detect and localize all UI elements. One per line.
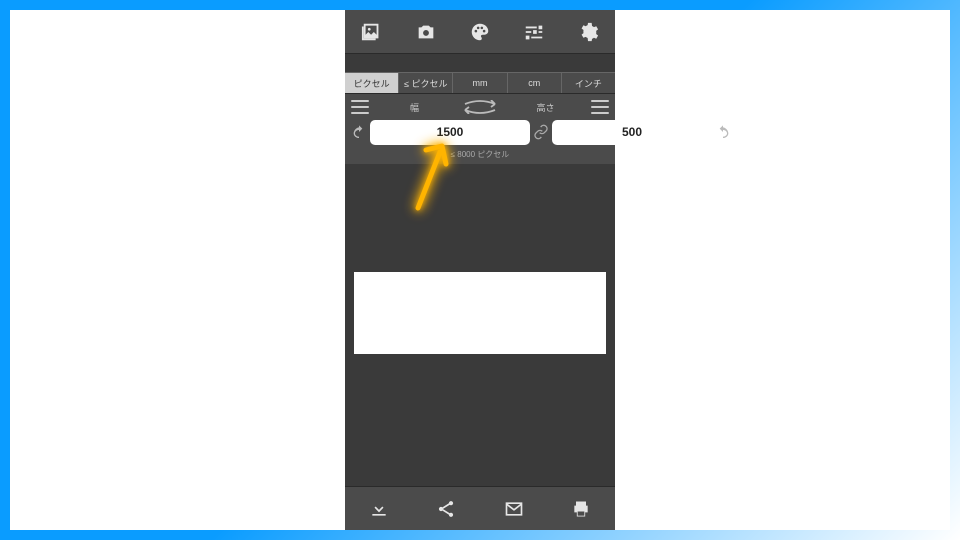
unit-tabs: ピクセル ≤ ピクセル mm cm インチ [345, 72, 615, 94]
camera-icon [415, 21, 437, 43]
email-icon [504, 499, 524, 519]
unit-tab-cm[interactable]: cm [508, 73, 562, 93]
link-icon [533, 124, 549, 140]
palette-button[interactable] [460, 12, 500, 52]
height-menu-icon[interactable] [591, 100, 609, 114]
download-button[interactable] [359, 489, 399, 529]
height-label: 高さ [536, 103, 554, 113]
dimension-hint: ≤ 8000 ピクセル [351, 149, 609, 160]
email-button[interactable] [494, 489, 534, 529]
share-button[interactable] [426, 489, 466, 529]
bottom-toolbar [345, 486, 615, 530]
image-canvas[interactable] [354, 272, 606, 354]
width-label: 幅 [410, 103, 419, 113]
unit-tab-inch[interactable]: インチ [562, 73, 615, 93]
swap-dimensions-button[interactable] [460, 99, 500, 115]
canvas-area [345, 164, 615, 486]
sliders-button[interactable] [514, 12, 554, 52]
share-icon [436, 499, 456, 519]
undo-icon [351, 124, 367, 140]
link-aspect-button[interactable] [533, 120, 549, 144]
undo-button[interactable] [351, 118, 367, 146]
palette-icon [469, 21, 491, 43]
dimension-panel: 幅 高さ [345, 94, 615, 164]
width-menu-icon[interactable] [351, 100, 369, 114]
height-input[interactable] [552, 120, 712, 145]
swap-icon [461, 100, 499, 114]
settings-button[interactable] [568, 12, 608, 52]
settings-icon [577, 21, 599, 43]
width-input[interactable] [370, 120, 530, 145]
unit-tab-max-pixels[interactable]: ≤ ピクセル [399, 73, 453, 93]
sliders-icon [523, 21, 545, 43]
gallery-icon [361, 21, 383, 43]
redo-icon [715, 124, 731, 140]
top-toolbar [345, 10, 615, 54]
print-icon [571, 499, 591, 519]
redo-button[interactable] [715, 118, 731, 146]
download-icon [369, 499, 389, 519]
print-button[interactable] [561, 489, 601, 529]
camera-button[interactable] [406, 12, 446, 52]
unit-tab-pixels[interactable]: ピクセル [345, 73, 399, 93]
app-frame: ピクセル ≤ ピクセル mm cm インチ 幅 高さ [345, 10, 615, 530]
gallery-button[interactable] [352, 12, 392, 52]
unit-tab-mm[interactable]: mm [453, 73, 507, 93]
